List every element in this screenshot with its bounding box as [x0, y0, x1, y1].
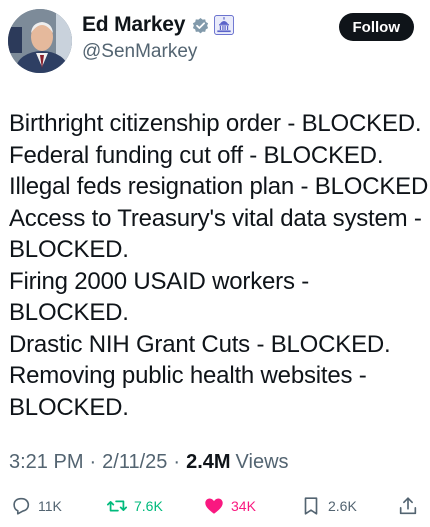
tweet-line: Firing 2000 USAID workers - — [9, 267, 310, 295]
tweet-header: Ed Markey @SenMarkey Follow — [0, 0, 430, 80]
views-count[interactable]: 2.4M — [186, 451, 230, 474]
tweet-line: BLOCKED. — [9, 236, 129, 263]
reply-icon — [13, 497, 30, 515]
tweet-line: Access to Treasury's vital data system - — [9, 204, 422, 232]
bookmark-button[interactable]: 2.6K — [300, 495, 357, 517]
tweet-meta: 3:21 PM · 2/11/25 · 2.4M Views — [9, 451, 289, 474]
views-label: Views — [235, 451, 289, 473]
reply-button[interactable]: 11K — [10, 495, 62, 517]
name-row: Ed Markey — [82, 13, 235, 37]
tweet-line: Removing public health websites - — [9, 362, 367, 389]
share-icon — [399, 497, 417, 515]
like-button[interactable]: 34K — [203, 495, 256, 517]
reply-count: 11K — [38, 498, 62, 514]
verified-badge-icon — [193, 17, 209, 33]
meta-separator: · — [173, 451, 181, 473]
user-handle[interactable]: @SenMarkey — [82, 41, 197, 63]
tweet-line: BLOCKED. — [9, 393, 129, 421]
bookmark-count: 2.6K — [328, 498, 357, 514]
post-date[interactable]: 2/11/25 — [102, 451, 167, 474]
avatar[interactable] — [8, 9, 72, 73]
capitol-building-icon — [214, 15, 235, 35]
action-bar: 11K 7.6K 34K 2.6K — [0, 491, 430, 523]
avatar-photo-icon — [8, 9, 72, 73]
heart-icon — [205, 498, 223, 514]
tweet-line: Drastic NIH Grant Cuts - BLOCKED. — [9, 330, 391, 358]
tweet-line: Birthright citizenship order - BLOCKED. — [9, 110, 422, 137]
share-button[interactable] — [397, 495, 419, 517]
tweet-text: Birthright citizenship order - BLOCKED. … — [9, 108, 430, 423]
tweet-line: Illegal feds resignation plan - BLOCKED. — [9, 173, 430, 200]
tweet-line: BLOCKED. — [9, 299, 129, 326]
display-name[interactable]: Ed Markey — [82, 13, 185, 37]
repost-icon — [106, 500, 128, 512]
like-count: 34K — [231, 498, 256, 514]
post-time[interactable]: 3:21 PM — [9, 451, 83, 474]
bookmark-icon — [304, 497, 318, 515]
repost-button[interactable]: 7.6K — [106, 495, 163, 517]
follow-button[interactable]: Follow — [338, 13, 414, 41]
repost-count: 7.6K — [134, 498, 163, 514]
meta-separator: · — [89, 451, 97, 473]
tweet-line: Federal funding cut off - BLOCKED. — [9, 141, 384, 169]
